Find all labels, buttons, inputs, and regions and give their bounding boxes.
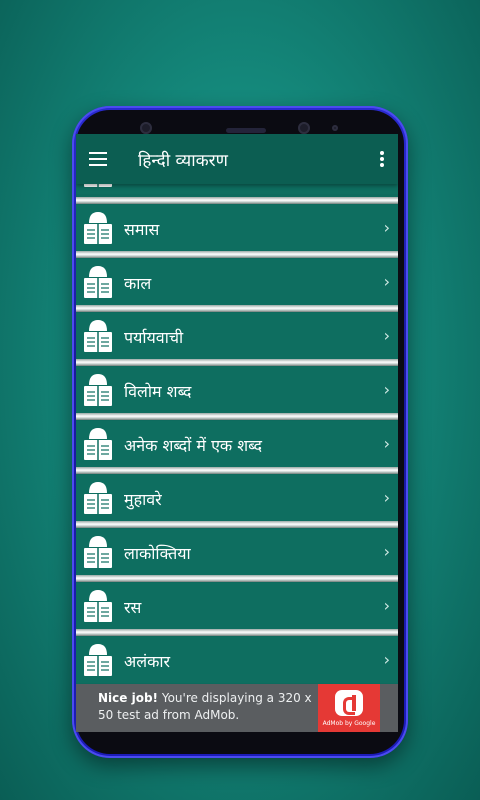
person-reading-icon [84, 482, 112, 514]
list-divider [76, 467, 398, 474]
list-item-label: लाकोक्तिया [124, 544, 191, 563]
chevron-right-icon: › [383, 380, 390, 399]
ad-message: Nice job! You're displaying a 320 x 50 t… [98, 690, 318, 724]
person-reading-icon [84, 536, 112, 568]
chevron-right-icon: › [383, 218, 390, 237]
admob-logo: AdMob by Google [318, 684, 380, 732]
sensor [298, 122, 310, 134]
admob-brand: AdMob by Google [322, 720, 376, 727]
chevron-right-icon: › [383, 488, 390, 507]
list-divider [76, 521, 398, 528]
list-item[interactable]: विलोम शब्द › [76, 367, 398, 413]
chevron-right-icon: › [383, 650, 390, 669]
more-vert-icon[interactable] [380, 151, 384, 167]
app-title: हिन्दी व्याकरण [138, 151, 228, 171]
chevron-right-icon: › [383, 542, 390, 561]
list-item-label: काल [124, 274, 152, 293]
list-divider [76, 251, 398, 258]
chevron-right-icon: › [383, 272, 390, 291]
person-reading-icon [84, 374, 112, 406]
list-item[interactable]: मुहावरे › [76, 475, 398, 521]
list-divider [76, 629, 398, 636]
chevron-right-icon: › [383, 434, 390, 453]
admob-icon [335, 690, 363, 716]
list-item[interactable]: काल › [76, 259, 398, 305]
chevron-right-icon: › [383, 596, 390, 615]
list-item-label: मुहावरे [124, 490, 162, 509]
list-item[interactable]: अलंकार › [76, 637, 398, 683]
list-item-label: अनेक शब्दों में एक शब्द [124, 436, 262, 455]
sensor-small [332, 125, 338, 131]
app-bar: हिन्दी व्याकरण [76, 134, 398, 184]
list-divider [76, 305, 398, 312]
chevron-right-icon: › [383, 326, 390, 345]
app-screen: हिन्दी व्याकरण समास › काल › पर्यायवाची ›… [76, 134, 398, 732]
list-item-label: पर्यायवाची [124, 328, 184, 347]
earpiece-speaker [226, 128, 266, 133]
front-camera [140, 122, 152, 134]
person-reading-icon [84, 428, 112, 460]
list-item[interactable]: अनेक शब्दों में एक शब्द › [76, 421, 398, 467]
ad-message-bold: Nice job! [98, 691, 159, 705]
list-divider [76, 575, 398, 582]
ad-banner[interactable]: Nice job! You're displaying a 320 x 50 t… [76, 684, 398, 732]
list-divider [76, 197, 398, 204]
person-reading-icon [84, 212, 112, 244]
list-item-label: विलोम शब्द [124, 382, 192, 401]
list-divider [76, 413, 398, 420]
list-item-label: अलंकार [124, 652, 171, 671]
hamburger-menu-icon[interactable] [89, 152, 107, 166]
list-item[interactable]: पर्यायवाची › [76, 313, 398, 359]
person-reading-icon [84, 320, 112, 352]
list-item-label: समास [124, 220, 160, 239]
list-item[interactable]: रस › [76, 583, 398, 629]
list-item[interactable]: लाकोक्तिया › [76, 529, 398, 575]
person-reading-icon [84, 644, 112, 676]
list-divider [76, 359, 398, 366]
list-item[interactable]: समास › [76, 205, 398, 251]
list-item-label: रस [124, 598, 142, 617]
person-reading-icon [84, 266, 112, 298]
person-reading-icon [84, 590, 112, 622]
